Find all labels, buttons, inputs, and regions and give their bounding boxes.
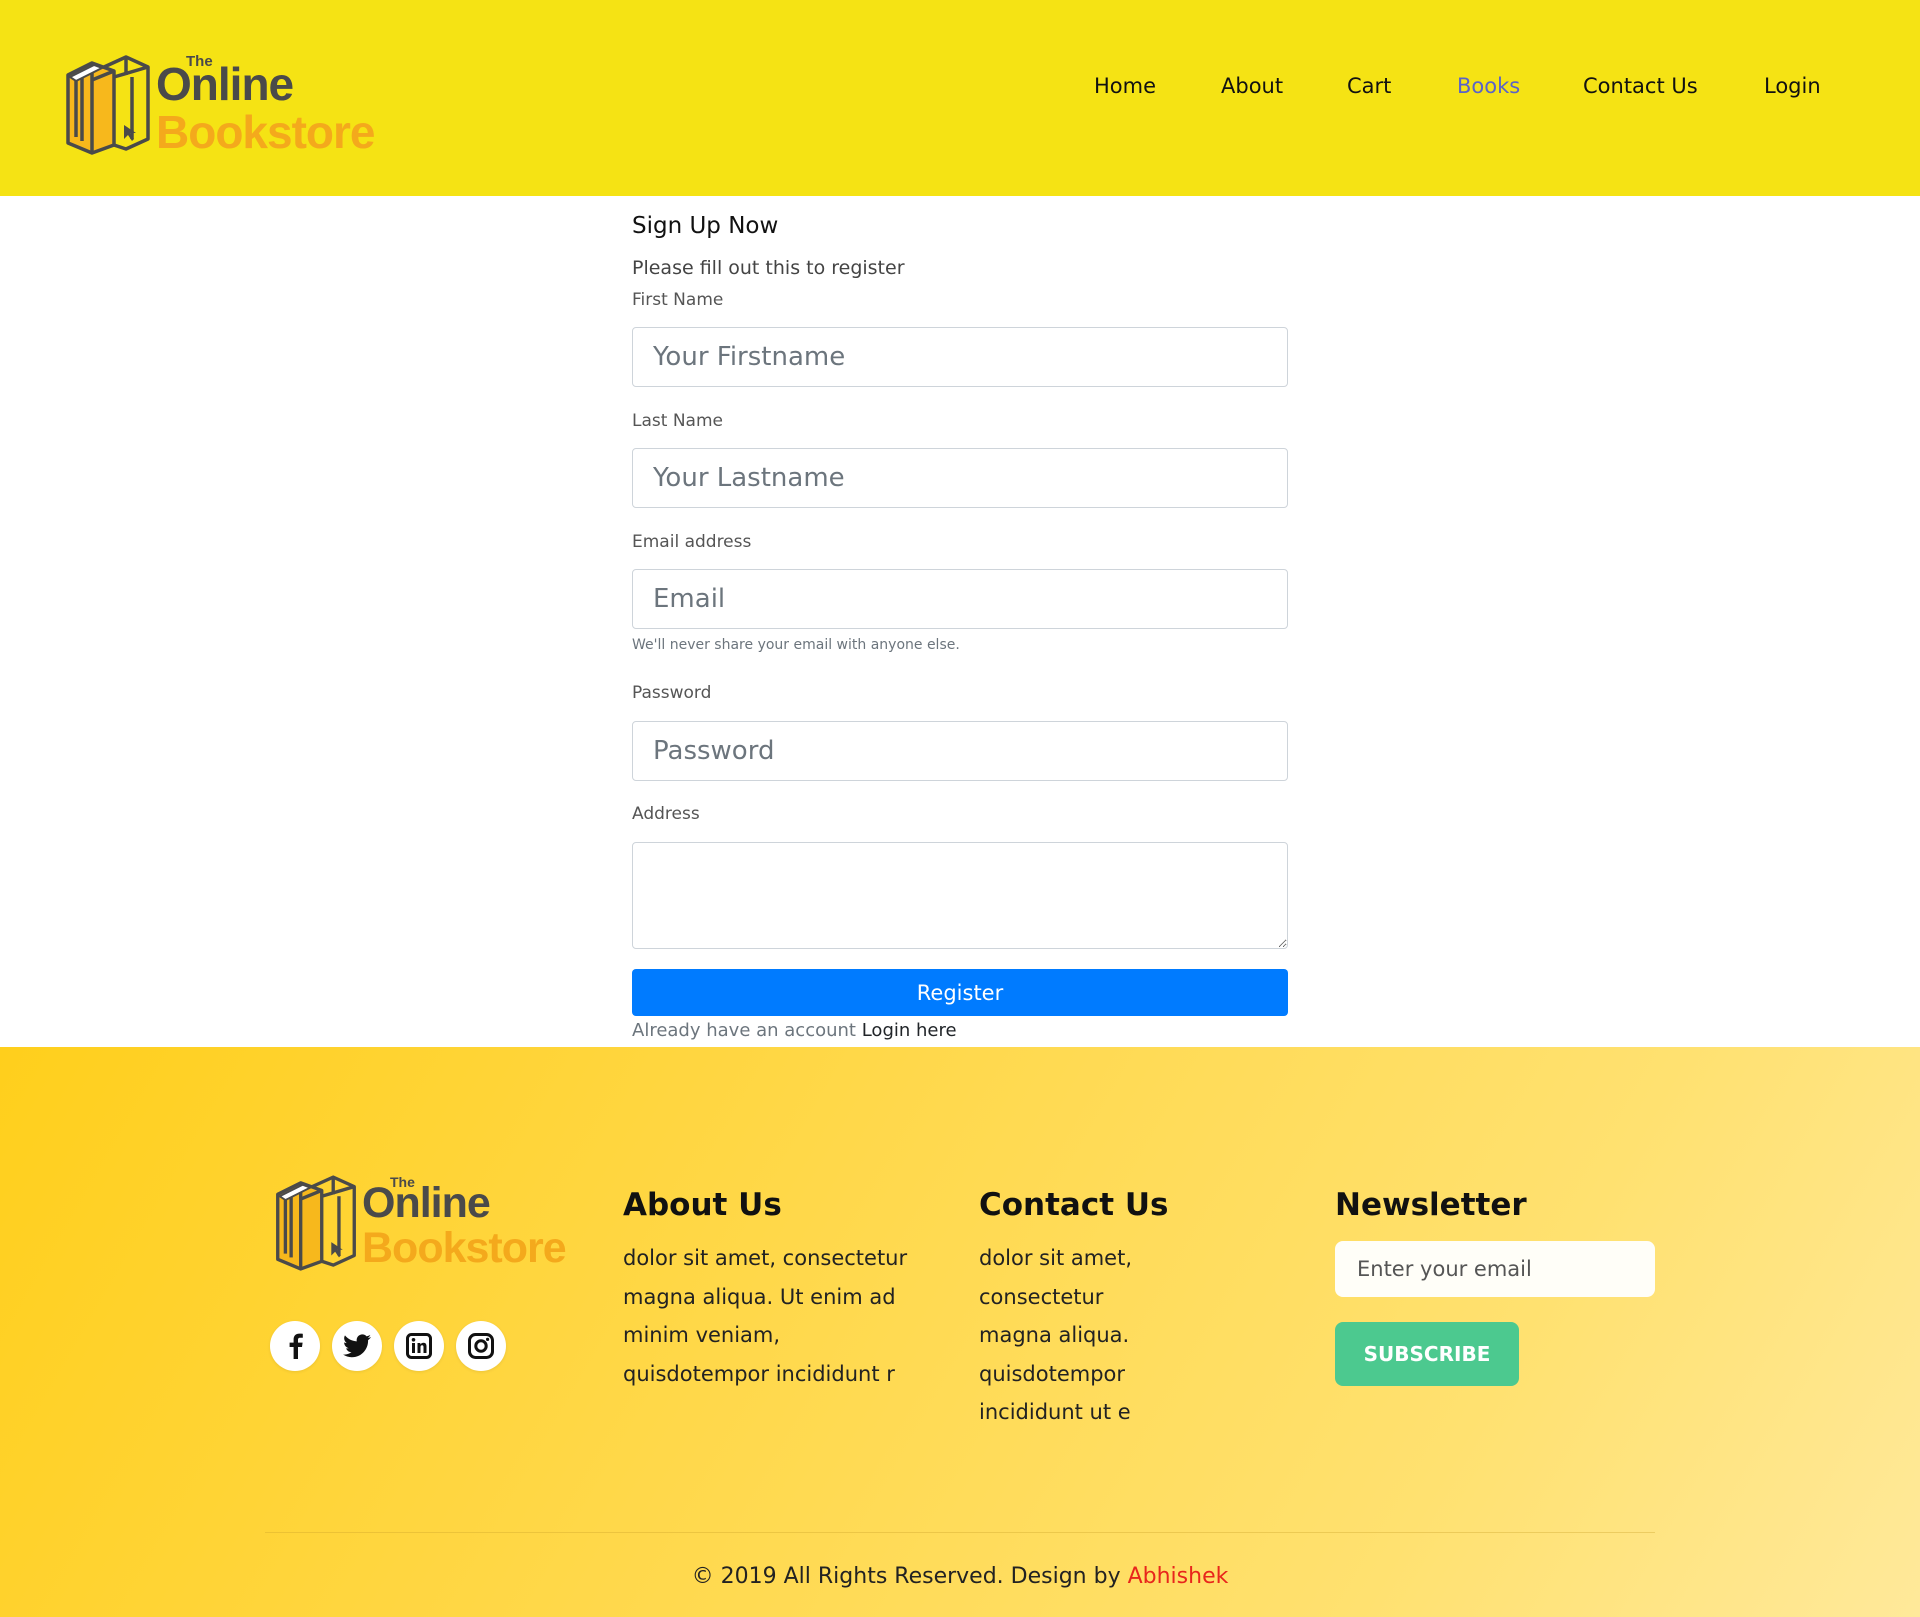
- author-link[interactable]: Abhishek: [1128, 1564, 1229, 1589]
- site-footer: The Online Bookstore About Us dolor sit …: [0, 1047, 1920, 1617]
- address-textarea[interactable]: [632, 842, 1288, 949]
- facebook-icon: [289, 1333, 303, 1359]
- main-nav: Home About Cart Books Contact Us Login: [0, 74, 1920, 104]
- about-line: magna aliqua. Ut enim ad: [623, 1284, 896, 1309]
- logo-the-text: The: [390, 1174, 415, 1190]
- contact-line: dolor sit amet,: [979, 1246, 1133, 1270]
- copyright-text: © 2019 All Rights Reserved. Design by: [691, 1564, 1121, 1589]
- email-help-text: We'll never share your email with anyone…: [632, 637, 960, 653]
- contact-us-heading: Contact Us: [979, 1187, 1169, 1223]
- site-header: The Online Bookstore Home About Cart Boo…: [0, 0, 1920, 196]
- twitter-link[interactable]: [332, 1321, 382, 1371]
- logo-the-text: The: [186, 53, 213, 70]
- site-logo[interactable]: The Online Bookstore: [62, 53, 375, 158]
- first-name-input[interactable]: [632, 327, 1288, 387]
- logo-wordmark: The Online Bookstore: [156, 53, 375, 158]
- about-us-text: dolor sit amet, consectetur magna aliqua…: [623, 1239, 907, 1393]
- password-input[interactable]: [632, 721, 1288, 781]
- instagram-link[interactable]: [456, 1321, 506, 1371]
- nav-home[interactable]: Home: [1094, 74, 1156, 98]
- form-subtitle: Please fill out this to register: [632, 257, 905, 279]
- linkedin-link[interactable]: [394, 1321, 444, 1371]
- linkedin-icon: [406, 1333, 432, 1359]
- newsletter-email-input[interactable]: [1335, 1241, 1655, 1297]
- last-name-label: Last Name: [632, 411, 723, 431]
- nav-contact-us[interactable]: Contact Us: [1583, 74, 1698, 98]
- books-logo-icon: [66, 55, 150, 155]
- login-here-link[interactable]: Login here: [862, 1020, 957, 1041]
- about-us-heading: About Us: [623, 1187, 782, 1223]
- contact-line: magna aliqua.: [979, 1323, 1130, 1347]
- about-line: minim veniam,: [623, 1323, 781, 1347]
- logo-bookstore-text: Bookstore: [362, 1224, 567, 1272]
- about-line: quisdotempor incididunt r: [623, 1361, 895, 1386]
- nav-login[interactable]: Login: [1764, 74, 1821, 98]
- nav-cart[interactable]: Cart: [1347, 74, 1391, 98]
- email-input[interactable]: [632, 569, 1288, 629]
- address-label: Address: [632, 804, 700, 824]
- contact-line: quisdotempor: [979, 1361, 1126, 1386]
- nav-books[interactable]: Books: [1457, 74, 1520, 98]
- contact-us-text: dolor sit amet, consectetur magna aliqua…: [979, 1239, 1132, 1432]
- books-logo-icon: [276, 1175, 356, 1271]
- subscribe-button[interactable]: SUBSCRIBE: [1335, 1322, 1519, 1386]
- footer-logo-wordmark: The Online Bookstore: [362, 1174, 567, 1272]
- copyright: © 2019 All Rights Reserved. Design by Ab…: [0, 1564, 1920, 1589]
- footer-logo[interactable]: The Online Bookstore: [272, 1174, 567, 1272]
- form-title: Sign Up Now: [632, 213, 779, 239]
- contact-line: consectetur: [979, 1284, 1104, 1309]
- logo-bookstore-text: Bookstore: [156, 106, 375, 158]
- about-line: dolor sit amet, consectetur: [623, 1246, 908, 1270]
- last-name-input[interactable]: [632, 448, 1288, 508]
- first-name-label: First Name: [632, 290, 724, 310]
- instagram-icon: [468, 1333, 494, 1359]
- password-label: Password: [632, 683, 712, 703]
- newsletter-heading: Newsletter: [1335, 1187, 1527, 1223]
- register-button[interactable]: Register: [632, 969, 1288, 1016]
- twitter-icon: [343, 1334, 371, 1358]
- nav-about[interactable]: About: [1221, 74, 1283, 98]
- facebook-link[interactable]: [270, 1321, 320, 1371]
- login-prompt: Already have an account Login here: [632, 1020, 957, 1041]
- footer-divider: [265, 1532, 1655, 1533]
- contact-line: incididunt ut e: [979, 1400, 1131, 1424]
- email-label: Email address: [632, 532, 752, 552]
- login-prompt-text: Already have an account: [632, 1020, 856, 1041]
